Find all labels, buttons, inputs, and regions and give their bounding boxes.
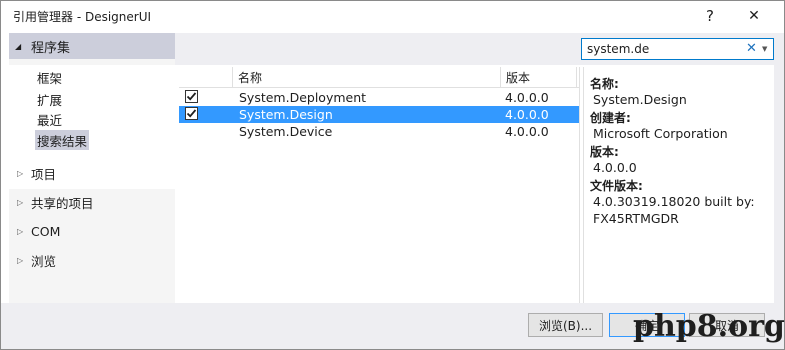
expanded-triangle-icon: ◢ — [15, 41, 22, 51]
collapsed-triangle-icon: ▷ — [17, 197, 24, 207]
nav-item-extensions[interactable]: 扩展 — [35, 89, 64, 109]
close-icon[interactable]: ✕ — [741, 5, 767, 27]
detail-creator-value: Microsoft Corporation — [593, 126, 728, 141]
assembly-list: 名称 版本 System.Deployment 4.0.0.0 System.D… — [179, 67, 579, 303]
nav-projects[interactable]: ▷ 项目 — [9, 161, 175, 185]
table-row[interactable]: System.Design 4.0.0.0 — [179, 106, 579, 123]
help-icon[interactable]: ? — [697, 5, 723, 27]
collapsed-triangle-icon: ▷ — [17, 226, 24, 236]
row-name: System.Deployment — [239, 90, 367, 105]
detail-name-value: System.Design — [593, 92, 687, 107]
detail-name-label: 名称: — [590, 77, 619, 91]
reference-manager-dialog: 引用管理器 - DesignerUI ? ✕ ◢ 程序集 框架 扩展 最近 搜索… — [0, 0, 785, 350]
checkmark-icon — [186, 92, 197, 101]
nav-item-search-results[interactable]: 搜索结果 — [35, 130, 90, 150]
table-row[interactable]: System.Deployment 4.0.0.0 — [179, 89, 579, 106]
detail-creator-label: 创建者: — [590, 111, 631, 125]
dropdown-arrow-icon[interactable]: ▼ — [762, 45, 767, 53]
search-value: system.de — [587, 42, 650, 56]
nav-assemblies[interactable]: ◢ 程序集 — [9, 33, 175, 59]
title-bar: 引用管理器 - DesignerUI ? ✕ — [1, 1, 784, 31]
detail-file-version-line1: 4.0.30319.18020 built by: — [593, 194, 755, 209]
search-input[interactable]: system.de ✕ ▼ — [581, 38, 774, 60]
column-header-version[interactable]: 版本 — [501, 67, 577, 88]
column-header-name[interactable]: 名称 — [233, 67, 501, 88]
row-version: 4.0.0.0 — [505, 124, 549, 139]
list-header: 名称 版本 — [179, 67, 579, 88]
table-row[interactable]: System.Device 4.0.0.0 — [179, 123, 579, 140]
row-name: System.Device — [239, 124, 333, 139]
row-version: 4.0.0.0 — [505, 90, 549, 105]
nav-item-framework[interactable]: 框架 — [35, 67, 64, 87]
row-checkbox[interactable] — [185, 90, 198, 103]
right-edge-strip — [774, 33, 784, 303]
detail-file-version-line2: FX45RTMGDR — [593, 211, 679, 226]
nav-browse-label: 浏览 — [31, 253, 57, 269]
nav-shared-projects[interactable]: ▷ 共享的项目 — [9, 190, 175, 214]
column-header-check[interactable] — [179, 67, 233, 88]
row-name: System.Design — [239, 107, 333, 122]
detail-file-version-label: 文件版本: — [590, 179, 643, 193]
browse-button[interactable]: 浏览(B)... — [528, 313, 603, 337]
detail-version-value: 4.0.0.0 — [593, 160, 637, 175]
checkmark-icon — [186, 109, 197, 118]
collapsed-triangle-icon: ▷ — [17, 255, 24, 265]
row-checkbox[interactable] — [185, 107, 198, 120]
nav-com-label: COM — [31, 223, 61, 239]
clear-icon[interactable]: ✕ — [746, 41, 757, 56]
details-pane: 名称: System.Design 创建者: Microsoft Corpora… — [583, 67, 774, 303]
row-version: 4.0.0.0 — [505, 107, 549, 122]
left-nav: ◢ 程序集 框架 扩展 最近 搜索结果 ▷ 项目 ▷ 共享的项目 ▷ COM ▷… — [9, 33, 175, 303]
collapsed-triangle-icon: ▷ — [17, 168, 24, 178]
nav-assemblies-label: 程序集 — [31, 40, 71, 56]
window-title: 引用管理器 - DesignerUI — [13, 10, 152, 24]
watermark-logo: php8.org — [633, 309, 785, 344]
nav-com[interactable]: ▷ COM — [9, 219, 175, 243]
nav-shared-projects-label: 共享的项目 — [31, 195, 94, 211]
detail-version-label: 版本: — [590, 145, 619, 159]
nav-item-recent[interactable]: 最近 — [35, 109, 64, 129]
nav-browse[interactable]: ▷ 浏览 — [9, 248, 175, 272]
nav-projects-label: 项目 — [31, 166, 57, 182]
